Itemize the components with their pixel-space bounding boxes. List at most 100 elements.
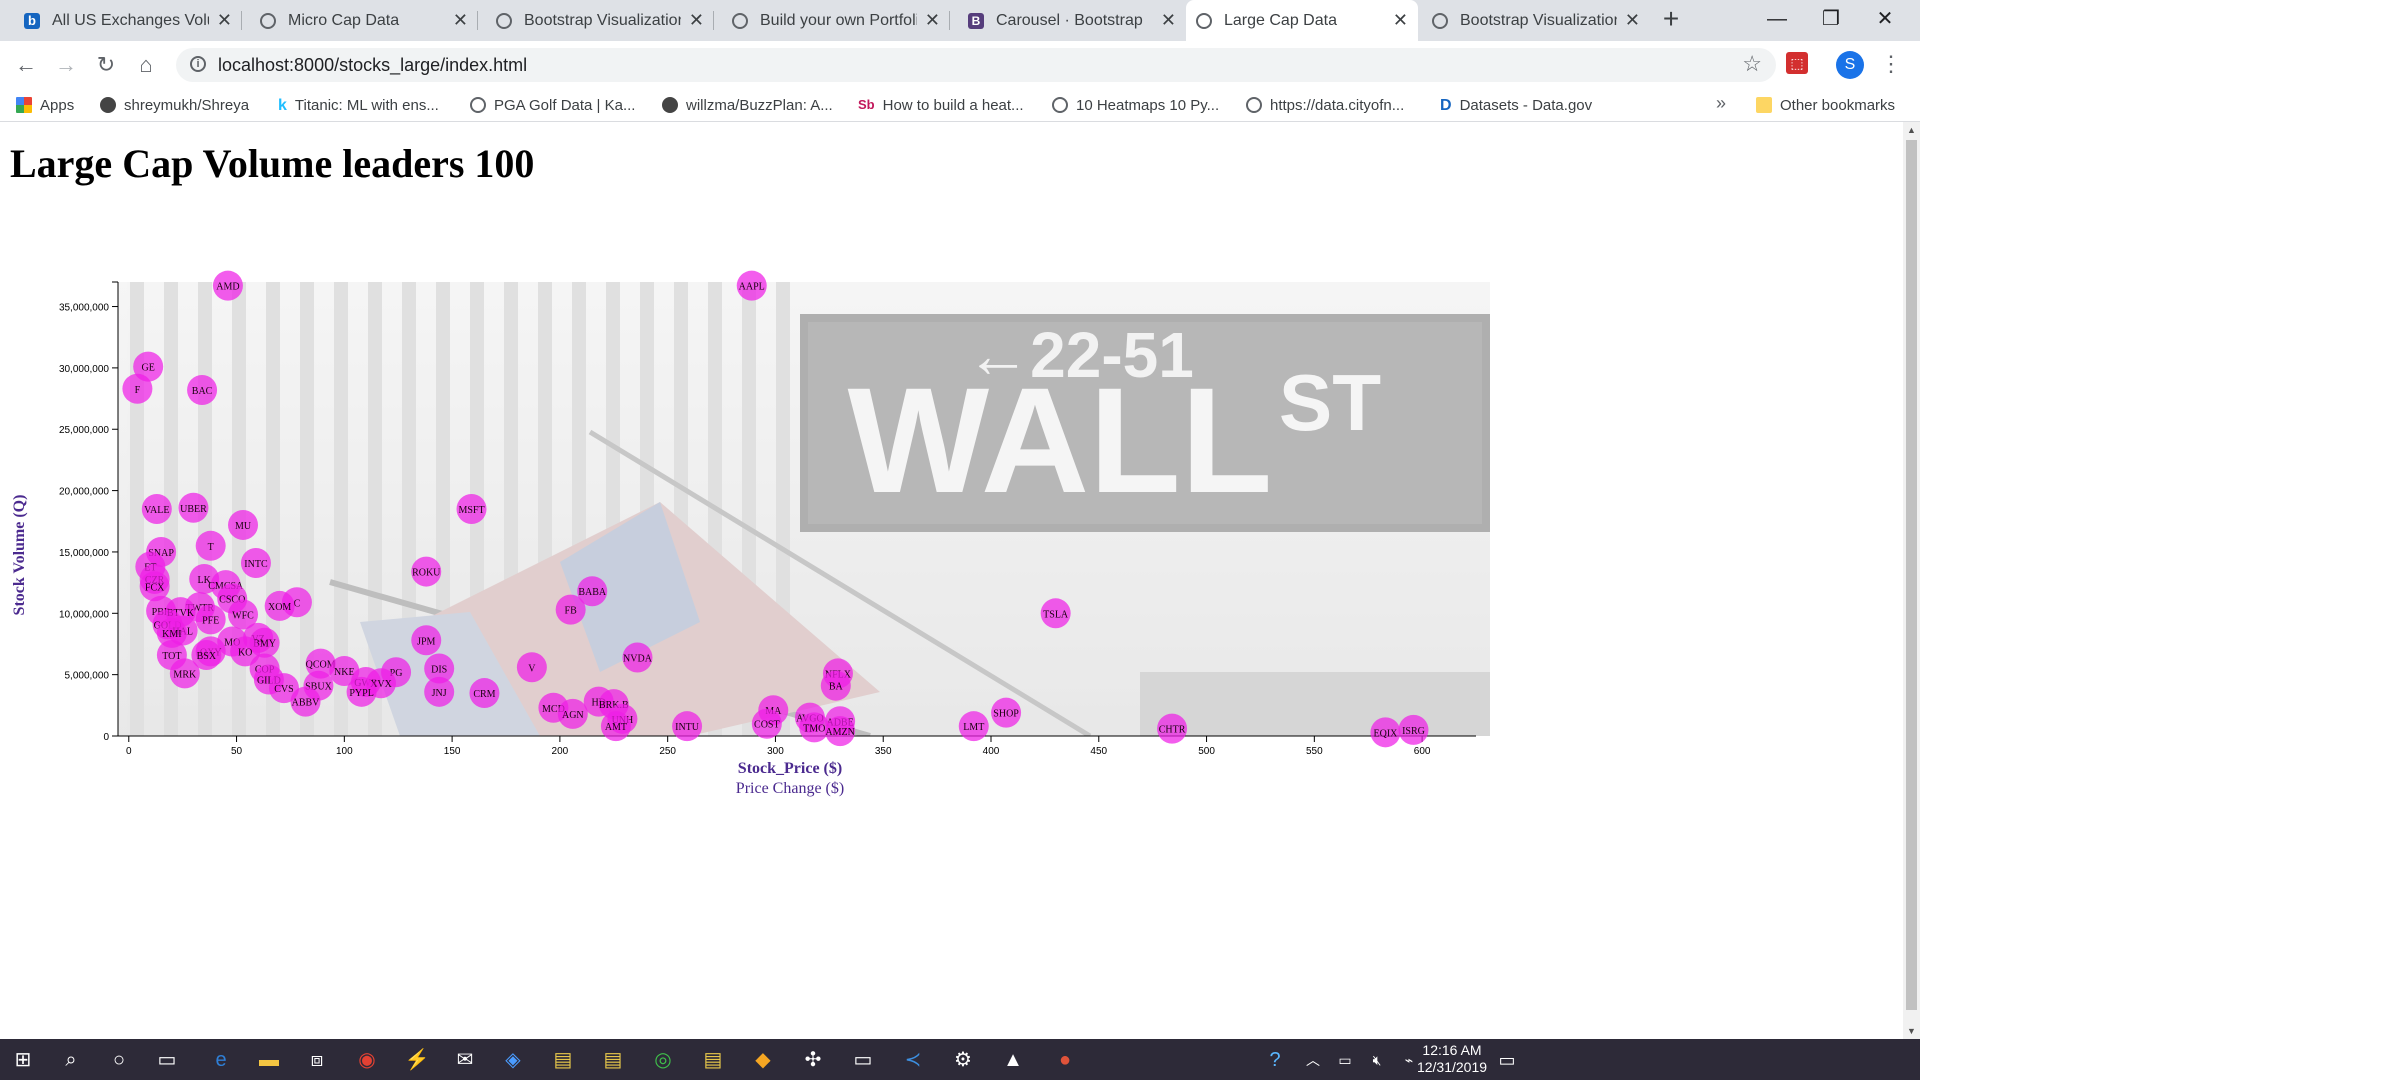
home-icon[interactable]: ⌂	[132, 51, 160, 79]
notes-icon[interactable]: ▤	[600, 1047, 626, 1073]
anaconda-icon[interactable]: ◎	[650, 1047, 676, 1073]
data-point[interactable]: CHTR	[1157, 713, 1188, 744]
data-point[interactable]: INTC	[240, 547, 271, 578]
data-point[interactable]: EQIX	[1370, 717, 1401, 748]
battery-icon[interactable]: ▭	[1332, 1047, 1358, 1073]
close-icon[interactable]: ✕	[1393, 10, 1408, 31]
browser-tab[interactable]: Micro Cap Data ✕	[250, 0, 478, 41]
data-point[interactable]: V	[516, 652, 547, 683]
data-point[interactable]: AMZN	[825, 716, 856, 747]
data-point[interactable]: COST	[751, 708, 782, 739]
scrollbar-thumb[interactable]	[1906, 140, 1917, 1010]
bookmark-item[interactable]: https://data.cityofn...	[1246, 95, 1404, 115]
url-text[interactable]: localhost:8000/stocks_large/index.html	[218, 55, 527, 76]
clock[interactable]: 12:16 AM 12/31/2019	[1412, 1042, 1492, 1076]
data-point[interactable]: PYPL	[346, 676, 377, 707]
data-point[interactable]: MU	[228, 509, 259, 540]
address-bar[interactable]: i localhost:8000/stocks_large/index.html…	[176, 48, 1776, 82]
data-point[interactable]: INTU	[672, 711, 703, 742]
terminal-icon[interactable]: ▭	[850, 1047, 876, 1073]
browser-tab[interactable]: b All US Exchanges Volu ✕	[14, 0, 242, 41]
data-point[interactable]: ISRG	[1398, 714, 1429, 745]
powerpoint-icon[interactable]: ●	[1052, 1047, 1078, 1073]
data-point[interactable]: TSLA	[1040, 598, 1071, 629]
data-point[interactable]: F	[122, 373, 153, 404]
close-window-icon[interactable]: ✕	[1862, 4, 1908, 34]
data-point[interactable]: ROKU	[411, 556, 442, 587]
data-point[interactable]: MRK	[169, 658, 200, 689]
bookmark-item[interactable]: D Datasets - Data.gov	[1440, 95, 1592, 115]
data-point[interactable]: NVDA	[622, 642, 653, 673]
data-point[interactable]: LMT	[958, 711, 989, 742]
slack-icon[interactable]: ✣	[800, 1047, 826, 1073]
store-icon[interactable]: ⧈	[304, 1047, 330, 1073]
bookmark-star-icon[interactable]: ☆	[1742, 51, 1762, 77]
bookmark-item[interactable]: shreymukh/Shreya	[100, 95, 249, 115]
data-point[interactable]: UBER	[178, 492, 209, 523]
forward-arrow-icon[interactable]: →	[52, 51, 80, 79]
minimize-icon[interactable]: —	[1754, 4, 1800, 34]
notes-icon[interactable]: ▤	[550, 1047, 576, 1073]
pdf-extension-icon[interactable]: ⬚	[1786, 52, 1808, 74]
data-point[interactable]: AMT	[600, 711, 631, 742]
task-view-icon[interactable]: ▭	[154, 1047, 180, 1073]
bookmark-item[interactable]: PGA Golf Data | Ka...	[470, 95, 635, 115]
back-arrow-icon[interactable]: ←	[12, 51, 40, 79]
search-icon[interactable]: ⌕	[58, 1047, 84, 1073]
visual-studio-icon[interactable]: ⚡	[404, 1047, 430, 1073]
data-point[interactable]: BA	[820, 670, 851, 701]
data-point[interactable]: AGN	[557, 698, 588, 729]
vscode-icon[interactable]: ≺	[900, 1047, 926, 1073]
data-point[interactable]: JNJ	[424, 676, 455, 707]
profile-avatar[interactable]: S	[1836, 51, 1864, 79]
data-point[interactable]: ABBV	[290, 686, 321, 717]
data-point[interactable]: BAC	[187, 374, 218, 405]
close-icon[interactable]: ✕	[1625, 10, 1640, 31]
scroll-up-icon[interactable]: ▲	[1903, 122, 1920, 138]
bookmark-apps[interactable]: Apps	[16, 95, 74, 115]
edge-icon[interactable]: e	[208, 1047, 234, 1073]
new-tab-button[interactable]: +	[1657, 5, 1685, 34]
mail-icon[interactable]: ✉	[452, 1047, 478, 1073]
info-icon[interactable]: i	[190, 56, 206, 72]
windows-start-icon[interactable]: ⊞	[10, 1047, 36, 1073]
scroll-down-icon[interactable]: ▼	[1903, 1023, 1920, 1039]
data-point[interactable]: FB	[555, 594, 586, 625]
vertical-scrollbar[interactable]: ▲ ▼	[1903, 122, 1920, 1039]
cortana-icon[interactable]: ○	[106, 1047, 132, 1073]
browser-tab-active[interactable]: Large Cap Data ✕	[1186, 0, 1418, 41]
git-icon[interactable]: ◆	[750, 1047, 776, 1073]
data-point[interactable]: MSFT	[456, 494, 487, 524]
photos-icon[interactable]: ▲	[1000, 1047, 1026, 1073]
help-icon[interactable]: ?	[1262, 1047, 1288, 1073]
chrome-icon[interactable]: ◉	[354, 1047, 380, 1073]
bookmark-item[interactable]: willzma/BuzzPlan: A...	[662, 95, 833, 115]
dropbox-icon[interactable]: ◈	[500, 1047, 526, 1073]
control-panel-icon[interactable]: ⚙	[950, 1047, 976, 1073]
data-point[interactable]: JPM	[411, 625, 442, 656]
file-explorer-icon[interactable]: ▬	[256, 1047, 282, 1073]
data-point[interactable]: CRM	[469, 678, 500, 709]
data-point[interactable]: AMD	[212, 270, 243, 301]
data-point[interactable]: SHOP	[991, 697, 1022, 728]
close-icon[interactable]: ✕	[453, 10, 468, 31]
bookmark-item[interactable]: k Titanic: ML with ens...	[278, 95, 439, 115]
data-point[interactable]: T	[195, 530, 226, 561]
reload-icon[interactable]: ↻	[92, 51, 120, 79]
browser-tab[interactable]: Build your own Portfoli ✕	[722, 0, 950, 41]
restore-icon[interactable]: ❐	[1808, 4, 1854, 34]
menu-kebab-icon[interactable]: ⋮	[1880, 51, 1902, 77]
notification-icon[interactable]: ▭	[1494, 1047, 1520, 1073]
close-icon[interactable]: ✕	[1161, 10, 1176, 31]
browser-tab[interactable]: Bootstrap Visualization ✕	[486, 0, 714, 41]
close-icon[interactable]: ✕	[689, 10, 704, 31]
browser-tab[interactable]: Bootstrap Visualization ✕	[1422, 0, 1650, 41]
notes-icon[interactable]: ▤	[700, 1047, 726, 1073]
other-bookmarks[interactable]: Other bookmarks	[1756, 95, 1895, 115]
more-bookmarks-chevron-icon[interactable]: »	[1716, 93, 1726, 114]
data-point[interactable]: PFE	[195, 604, 226, 635]
close-icon[interactable]: ✕	[217, 10, 232, 31]
close-icon[interactable]: ✕	[925, 10, 940, 31]
volume-mute-icon[interactable]: 🔇︎	[1364, 1047, 1390, 1073]
data-point[interactable]: AAPL	[736, 270, 767, 301]
